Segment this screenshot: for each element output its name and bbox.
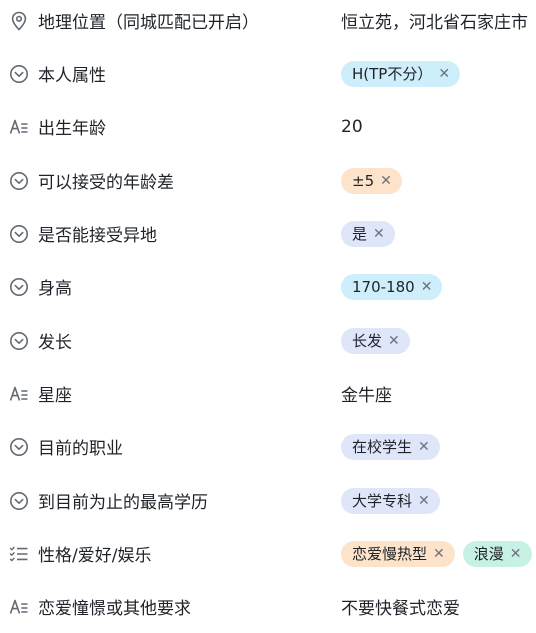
option-tag[interactable]: 长发 ✕: [341, 327, 410, 354]
tag-remove-icon[interactable]: ✕: [438, 66, 450, 82]
value-text: 20: [341, 116, 363, 137]
profile-field-list: 地理位置（同城匹配已开启） 恒立苑，河北省石家庄市 本人属性 H(TP不分） ✕ …: [0, 0, 536, 622]
field-value[interactable]: 20: [341, 117, 536, 137]
field-label: 星座: [38, 386, 72, 406]
location-text: 恒立苑，河北省石家庄市: [341, 13, 528, 33]
tag-remove-icon[interactable]: ✕: [418, 439, 430, 455]
field-row-hair-length[interactable]: 发长 长发 ✕: [0, 314, 536, 367]
tag-text: 是: [352, 225, 368, 243]
chevron-circle-icon: [9, 64, 29, 84]
value-text: 不要快餐式恋爱: [341, 599, 460, 619]
tag-remove-icon[interactable]: ✕: [418, 493, 430, 509]
field-value[interactable]: 在校学生 ✕: [341, 433, 536, 460]
option-tag[interactable]: 恋爱慢热型 ✕: [341, 540, 455, 567]
field-value[interactable]: 是 ✕: [341, 220, 536, 247]
chevron-circle-icon: [9, 171, 29, 191]
tag-text: 在校学生: [352, 438, 413, 456]
field-label: 到目前为止的最高学历: [38, 493, 208, 513]
field-value[interactable]: 恒立苑，河北省石家庄市: [341, 8, 536, 33]
chevron-circle-icon: [9, 491, 29, 511]
field-row-attribute[interactable]: 本人属性 H(TP不分） ✕: [0, 47, 536, 100]
location-pin-icon: [9, 11, 29, 31]
field-label: 出生年龄: [38, 119, 106, 139]
field-label: 身高: [38, 279, 72, 299]
field-value[interactable]: 不要快餐式恋爱: [341, 594, 536, 619]
option-tag[interactable]: 是 ✕: [341, 220, 395, 247]
field-label: 发长: [38, 333, 72, 353]
field-value[interactable]: H(TP不分） ✕: [341, 60, 536, 87]
tag-text: H(TP不分）: [352, 65, 433, 83]
tag-text: 长发: [352, 332, 383, 350]
chevron-circle-icon: [9, 331, 29, 351]
field-value[interactable]: 恋爱慢热型 ✕ 浪漫 ✕: [341, 540, 536, 567]
field-row-birth-age[interactable]: 出生年龄 20: [0, 100, 536, 153]
tag-text: ±5: [352, 171, 375, 190]
field-label: 可以接受的年龄差: [38, 173, 174, 193]
text-field-icon: [9, 384, 29, 404]
tag-text: 浪漫: [473, 545, 504, 563]
text-field-icon: [9, 117, 29, 137]
field-value[interactable]: 170-180 ✕: [341, 273, 536, 300]
chevron-circle-icon: [9, 437, 29, 457]
field-row-height[interactable]: 身高 170-180 ✕: [0, 260, 536, 313]
field-value[interactable]: 金牛座: [341, 381, 536, 406]
field-row-location[interactable]: 地理位置（同城匹配已开启） 恒立苑，河北省石家庄市: [0, 0, 536, 47]
field-row-personality[interactable]: 性格/爱好/娱乐 恋爱慢热型 ✕ 浪漫 ✕: [0, 527, 536, 580]
option-tag[interactable]: 170-180 ✕: [341, 273, 443, 300]
tag-text: 恋爱慢热型: [352, 545, 428, 563]
field-label: 本人属性: [38, 66, 106, 86]
field-row-zodiac[interactable]: 星座 金牛座: [0, 367, 536, 420]
option-tag[interactable]: ±5 ✕: [341, 167, 402, 194]
multi-select-icon: [9, 544, 29, 564]
chevron-circle-icon: [9, 224, 29, 244]
field-row-education[interactable]: 到目前为止的最高学历 大学专科 ✕: [0, 474, 536, 527]
field-value[interactable]: ±5 ✕: [341, 167, 536, 194]
tag-remove-icon[interactable]: ✕: [380, 173, 392, 189]
field-label: 是否能接受异地: [38, 226, 157, 246]
value-text: 金牛座: [341, 386, 392, 406]
field-label: 目前的职业: [38, 439, 123, 459]
tag-text: 170-180: [352, 277, 415, 296]
field-row-long-distance[interactable]: 是否能接受异地 是 ✕: [0, 207, 536, 260]
option-tag[interactable]: 大学专科 ✕: [341, 487, 440, 514]
field-value[interactable]: 长发 ✕: [341, 327, 536, 354]
field-row-romance-wishes[interactable]: 恋爱憧憬或其他要求 不要快餐式恋爱: [0, 580, 536, 633]
field-row-age-gap[interactable]: 可以接受的年龄差 ±5 ✕: [0, 154, 536, 207]
option-tag[interactable]: 在校学生 ✕: [341, 433, 440, 460]
field-row-occupation[interactable]: 目前的职业 在校学生 ✕: [0, 420, 536, 473]
text-field-icon: [9, 597, 29, 617]
option-tag[interactable]: H(TP不分） ✕: [341, 60, 461, 87]
tag-text: 大学专科: [352, 492, 413, 510]
tag-remove-icon[interactable]: ✕: [388, 333, 400, 349]
tag-remove-icon[interactable]: ✕: [433, 546, 445, 562]
field-value[interactable]: 大学专科 ✕: [341, 487, 536, 514]
tag-remove-icon[interactable]: ✕: [373, 226, 385, 242]
tag-remove-icon[interactable]: ✕: [421, 279, 433, 295]
field-label: 恋爱憧憬或其他要求: [38, 599, 191, 619]
option-tag[interactable]: 浪漫 ✕: [462, 540, 532, 567]
chevron-circle-icon: [9, 277, 29, 297]
field-label: 地理位置（同城匹配已开启）: [38, 13, 259, 33]
field-label: 性格/爱好/娱乐: [38, 546, 152, 566]
tag-remove-icon[interactable]: ✕: [510, 546, 522, 562]
